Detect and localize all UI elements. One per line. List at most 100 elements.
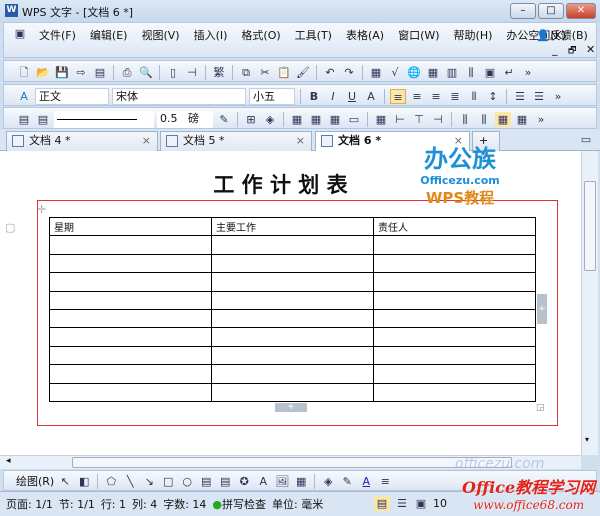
textbox-icon[interactable]: ▤ [198,474,214,489]
table-cell[interactable] [211,253,374,274]
table-cell[interactable] [373,327,536,347]
table-cell[interactable] [49,327,212,347]
tab-doc5[interactable]: 文档 5 * × [160,131,312,151]
add-row-handle[interactable]: + [275,403,307,412]
table-cell[interactable] [373,272,536,292]
print-icon[interactable]: ⎙ [119,65,135,80]
table-cell[interactable] [49,290,212,310]
pdf-icon[interactable]: ▤ [92,65,108,80]
add-column-handle[interactable]: + [537,294,547,324]
paragraph-mark-icon[interactable]: ↵ [501,65,517,80]
line-style-select[interactable] [54,110,154,128]
table-cell[interactable] [373,364,536,384]
wordart-icon[interactable]: A [255,474,271,489]
table-cell[interactable] [373,235,536,255]
tab-list-icon[interactable]: ▭ [578,132,594,147]
line-width-select[interactable]: 0.5 磅 [157,110,213,128]
more-icon[interactable]: » [533,112,549,127]
text-direction-icon[interactable]: ⫼ [463,65,479,80]
autoshapes-icon[interactable]: ⬠ [103,474,119,489]
rectangle-icon[interactable]: □ [160,474,176,489]
select-icon[interactable]: ↖ [57,474,73,489]
paste-icon[interactable]: 📋 [276,65,292,80]
shapes-icon[interactable]: ◧ [76,474,92,489]
shading-icon[interactable]: ◈ [262,112,278,127]
border-color-icon[interactable]: ✎ [216,112,232,127]
table-cell[interactable] [49,308,212,329]
font-color-button[interactable]: A [363,89,379,104]
line-color-icon[interactable]: ✎ [339,474,355,489]
table-cell[interactable] [49,382,212,402]
menu-edit[interactable]: 编辑(E) [83,27,135,43]
traditional-chinese-icon[interactable]: 繁 [211,65,227,80]
merge-icon[interactable]: ▦ [308,112,324,127]
menu-file[interactable]: 文件(F) [32,27,83,43]
zoom-level[interactable]: 10 [433,497,447,510]
distribute-icon[interactable]: ⫴ [466,89,482,104]
next-page-icon[interactable]: ▾ [585,435,589,444]
draw-table-icon[interactable]: ▤ [16,112,32,127]
table-cell[interactable] [211,327,374,347]
minimize-button[interactable]: – [510,3,536,19]
menu-view[interactable]: 视图(V) [134,27,186,43]
eraser-icon[interactable]: ▤ [35,112,51,127]
table-cell[interactable] [373,253,536,274]
header-weekday[interactable]: 星期 [49,216,212,237]
table-cell[interactable] [49,253,212,274]
insert-col-icon[interactable]: ⊤ [411,112,427,127]
table-cell[interactable] [49,345,212,366]
insert-row-icon[interactable]: ⊢ [392,112,408,127]
print-preview-icon[interactable]: 🔍 [138,65,154,80]
justify-icon[interactable]: ≣ [447,89,463,104]
delete-icon[interactable]: ⊣ [430,112,446,127]
table-cell[interactable] [49,364,212,384]
font-select[interactable]: 宋体 [112,87,246,105]
show-icon[interactable]: ▣ [482,65,498,80]
borders-icon[interactable]: ⊞ [243,112,259,127]
align-cell-icon[interactable]: ▦ [373,112,389,127]
line-spacing-icon[interactable]: ↕ [485,89,501,104]
scroll-thumb[interactable] [584,181,596,271]
picture-icon[interactable]: 🖼 [274,474,290,489]
drawing-menu[interactable]: 绘图(R) [16,473,54,489]
formula-icon[interactable]: √ [387,65,403,80]
line-style-icon[interactable]: ≡ [377,474,393,489]
table-move-handle[interactable]: ✛ [37,203,46,216]
format-painter-icon[interactable]: 🖌 [295,65,311,80]
ellipse-icon[interactable]: ○ [179,474,195,489]
table-cell[interactable] [211,382,374,402]
font-color-icon[interactable]: A [358,474,374,489]
size-select[interactable]: 小五 [249,87,295,105]
copy-icon[interactable]: ⧉ [238,65,254,80]
vertical-textbox-icon[interactable]: ▤ [217,474,233,489]
page-view-icon[interactable]: ▤ [374,496,390,511]
align-left-icon[interactable]: ≡ [390,88,406,104]
header-owner[interactable]: 责任人 [373,216,536,237]
clipart-icon[interactable]: ✪ [236,474,252,489]
menu-help[interactable]: 帮助(H) [447,27,500,43]
split-icon[interactable]: ▦ [327,112,343,127]
bold-button[interactable]: B [306,89,322,104]
doc-close[interactable]: ✕ [586,43,595,56]
export-icon[interactable]: ⇨ [73,65,89,80]
numbering-icon[interactable]: ☰ [512,89,528,104]
table-cell[interactable] [211,364,374,384]
close-button[interactable]: ✕ [566,3,596,19]
maximize-button[interactable]: □ [538,3,564,19]
table-cell[interactable] [49,235,212,255]
table-style-icon[interactable]: ▦ [514,112,530,127]
arrow-icon[interactable]: ↘ [141,474,157,489]
table-cell[interactable] [373,308,536,329]
table-cell[interactable] [373,345,536,366]
chart-icon[interactable]: ▦ [293,474,309,489]
tab-close-icon[interactable]: × [296,132,305,150]
more-icon[interactable]: » [520,65,536,80]
doc-restore[interactable]: 🗗 [568,43,576,59]
scroll-left-icon[interactable]: ◂ [6,456,11,466]
tab-close-icon[interactable]: × [142,132,151,150]
style-select[interactable]: 正文 [35,87,109,105]
menu-table[interactable]: 表格(A) [339,27,391,43]
save-icon[interactable]: 💾 [54,65,70,80]
web-view-icon[interactable]: ▣ [413,496,429,511]
bullets-icon[interactable]: ☰ [531,89,547,104]
